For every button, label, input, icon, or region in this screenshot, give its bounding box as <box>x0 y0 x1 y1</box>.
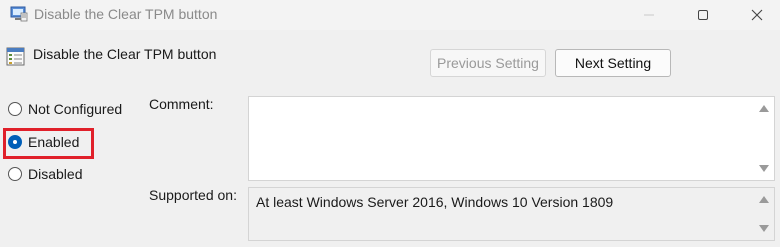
scroll-down-icon[interactable] <box>759 165 769 172</box>
comment-label: Comment: <box>149 96 214 112</box>
radio-disabled[interactable]: Disabled <box>8 166 82 182</box>
radio-not-configured[interactable]: Not Configured <box>8 101 122 117</box>
next-setting-button[interactable]: Next Setting <box>555 49 671 77</box>
radio-label: Not Configured <box>28 101 123 117</box>
supported-on-label: Supported on: <box>149 187 237 203</box>
supported-scrollbar[interactable] <box>754 188 774 240</box>
scroll-down-icon[interactable] <box>759 225 769 232</box>
maximize-button[interactable] <box>680 0 726 30</box>
maximize-icon <box>698 10 708 20</box>
policy-app-icon <box>10 6 28 22</box>
radio-circle[interactable] <box>8 102 22 116</box>
highlight-box <box>3 128 94 159</box>
policy-title: Disable the Clear TPM button <box>33 46 217 62</box>
scroll-up-icon[interactable] <box>759 105 769 112</box>
supported-on-text: At least Windows Server 2016, Windows 10… <box>256 194 614 210</box>
close-button[interactable] <box>734 0 780 30</box>
policy-setting-icon <box>6 47 26 67</box>
radio-circle[interactable] <box>8 167 22 181</box>
radio-label: Disabled <box>28 166 83 182</box>
previous-setting-button[interactable]: Previous Setting <box>430 49 546 77</box>
minimize-icon <box>644 14 654 16</box>
minimize-button[interactable] <box>626 0 672 30</box>
comment-scrollbar[interactable] <box>754 97 774 180</box>
window-title: Disable the Clear TPM button <box>34 6 218 22</box>
comment-textbox[interactable] <box>248 96 775 181</box>
scroll-up-icon[interactable] <box>759 196 769 203</box>
close-icon <box>751 9 763 21</box>
supported-on-textbox: At least Windows Server 2016, Windows 10… <box>248 187 775 241</box>
title-bar: Disable the Clear TPM button <box>0 0 780 30</box>
